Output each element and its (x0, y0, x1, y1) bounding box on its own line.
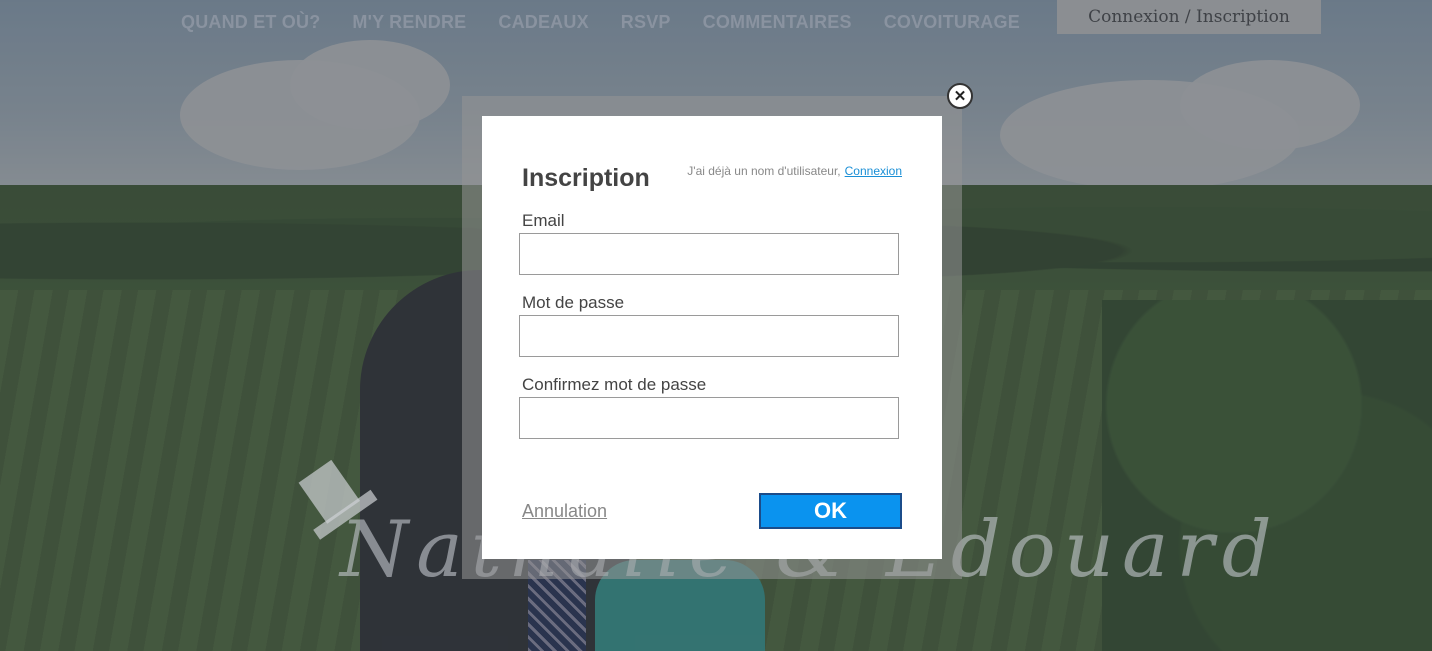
nav-item-quand-et-ou[interactable]: QUAND ET OÙ? (181, 12, 320, 33)
login-signup-button[interactable]: Connexion / Inscription (1057, 0, 1321, 34)
switch-to-login: J'ai déjà un nom d'utilisateur, Connexion (687, 164, 902, 178)
signup-dialog: Inscription J'ai déjà un nom d'utilisate… (482, 116, 942, 559)
confirm-password-field[interactable] (519, 397, 899, 439)
switch-prompt: J'ai déjà un nom d'utilisateur, (687, 164, 841, 178)
close-icon[interactable]: ✕ (947, 83, 973, 109)
confirm-password-label: Confirmez mot de passe (522, 375, 707, 394)
ok-button[interactable]: OK (759, 493, 902, 529)
main-nav: QUAND ET OÙ? M'Y RENDRE CADEAUX RSVP COM… (181, 12, 1020, 33)
password-label: Mot de passe (522, 293, 625, 312)
dialog-title: Inscription (522, 164, 650, 192)
login-link[interactable]: Connexion (845, 164, 902, 178)
nav-item-rsvp[interactable]: RSVP (621, 12, 671, 33)
nav-item-covoiturage[interactable]: COVOITURAGE (884, 12, 1020, 33)
email-label: Email (522, 211, 565, 230)
nav-item-my-rendre[interactable]: M'Y RENDRE (352, 12, 466, 33)
nav-item-cadeaux[interactable]: CADEAUX (498, 12, 588, 33)
nav-item-commentaires[interactable]: COMMENTAIRES (703, 12, 852, 33)
email-field[interactable] (519, 233, 899, 275)
cancel-link[interactable]: Annulation (522, 501, 607, 522)
password-field[interactable] (519, 315, 899, 357)
